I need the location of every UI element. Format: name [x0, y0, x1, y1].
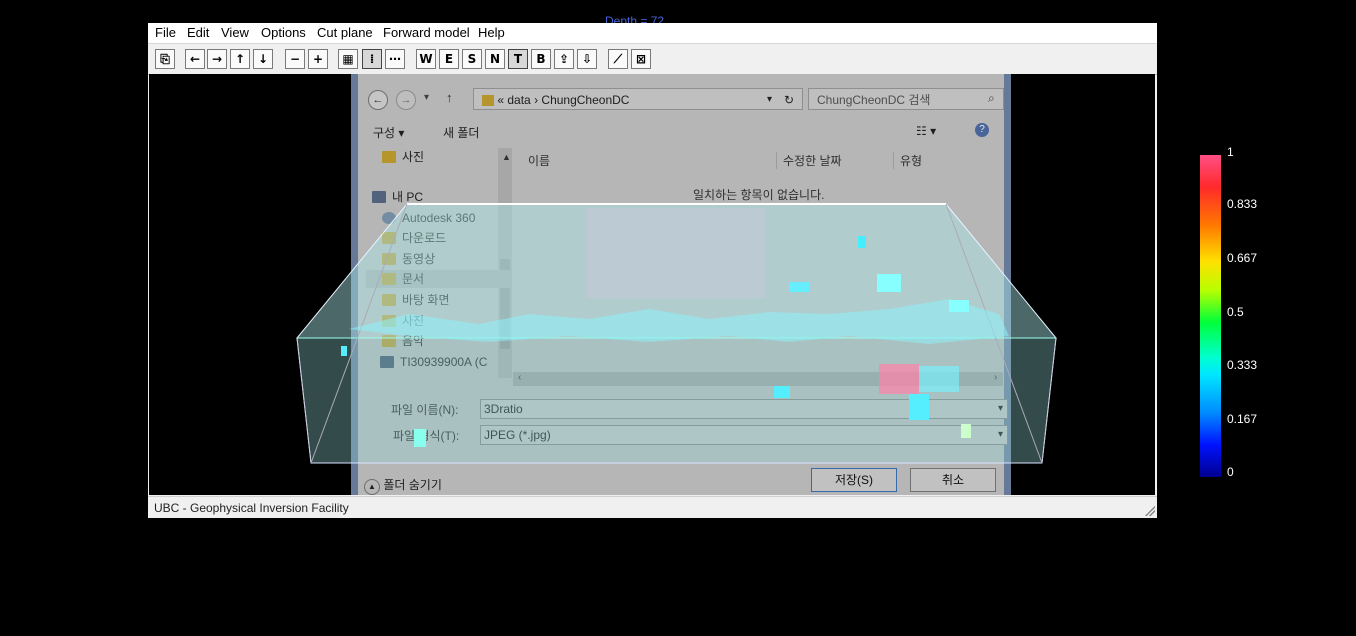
view-north-button[interactable]: N — [485, 49, 505, 69]
resistivity-block — [949, 300, 969, 312]
menu-view[interactable]: View — [221, 25, 249, 40]
arrow-down-icon[interactable]: ↓ — [253, 49, 273, 69]
diagonal-line-icon[interactable]: ⟋ — [608, 49, 628, 69]
status-text: UBC - Geophysical Inversion Facility — [154, 501, 349, 515]
app-window: File Edit View Options Cut plane Forward… — [148, 23, 1157, 518]
colorbar-tick: 0.667 — [1227, 251, 1258, 265]
model-back-panel — [586, 208, 766, 298]
resistivity-block — [774, 386, 790, 398]
colorbar-tick: 0.167 — [1227, 412, 1258, 426]
resistivity-block — [919, 366, 959, 392]
view-top-button[interactable]: T — [508, 49, 528, 69]
model-wireframe — [295, 203, 1058, 464]
resistivity-block — [877, 274, 901, 292]
menu-edit[interactable]: Edit — [187, 25, 209, 40]
copy-icon[interactable]: ⎘ — [155, 49, 175, 69]
view-south-button[interactable]: S — [462, 49, 482, 69]
status-bar: UBC - Geophysical Inversion Facility — [148, 496, 1157, 518]
resistivity-block — [858, 236, 866, 248]
resistivity-block — [961, 424, 971, 438]
toolbar: ⎘ ← → ↑ ↓ − + ▦ ⁞ ⋯ W E S N T B ⇪ ⇩ ⟋ ⊠ — [148, 44, 1157, 75]
colorbar-tick: 0 — [1227, 465, 1234, 479]
resistivity-block — [789, 282, 809, 292]
colorbar-tick: 1 — [1227, 145, 1234, 159]
resize-grip-icon[interactable] — [1145, 506, 1155, 516]
colorbar-tick: 0.5 — [1227, 305, 1244, 319]
zoom-out-icon[interactable]: − — [285, 49, 305, 69]
arrow-right-icon[interactable]: → — [207, 49, 227, 69]
export-up-icon[interactable]: ⇪ — [554, 49, 574, 69]
import-down-icon[interactable]: ⇩ — [577, 49, 597, 69]
vertical-colorbar-icon[interactable]: ⁞ — [362, 49, 382, 69]
cross-box-icon[interactable]: ⊠ — [631, 49, 651, 69]
menu-help[interactable]: Help — [478, 25, 505, 40]
resistivity-block — [879, 364, 919, 394]
menu-options[interactable]: Options — [261, 25, 306, 40]
horizontal-colorbar-icon[interactable]: ⋯ — [385, 49, 405, 69]
view-west-button[interactable]: W — [416, 49, 436, 69]
resistivity-block — [341, 346, 347, 356]
resistivity-block — [909, 394, 929, 420]
grid-icon[interactable]: ▦ — [338, 49, 358, 69]
menu-file[interactable]: File — [155, 25, 176, 40]
3d-viewport[interactable]: ← → ▾ ↑ « data › ChungCheonDC ▾ ↻ ChungC… — [149, 74, 1155, 495]
view-bottom-button[interactable]: B — [531, 49, 551, 69]
model-front-face — [296, 337, 1057, 464]
colorbar-tick: 0.833 — [1227, 197, 1258, 211]
view-east-button[interactable]: E — [439, 49, 459, 69]
colorbar — [1200, 155, 1221, 477]
menu-cut-plane[interactable]: Cut plane — [317, 25, 373, 40]
arrow-up-icon[interactable]: ↑ — [230, 49, 250, 69]
resistivity-block — [414, 429, 426, 447]
menu-forward-model[interactable]: Forward model — [383, 25, 470, 40]
menu-bar: File Edit View Options Cut plane Forward… — [148, 23, 1157, 44]
arrow-left-icon[interactable]: ← — [185, 49, 205, 69]
colorbar-tick: 0.333 — [1227, 358, 1258, 372]
zoom-in-icon[interactable]: + — [308, 49, 328, 69]
